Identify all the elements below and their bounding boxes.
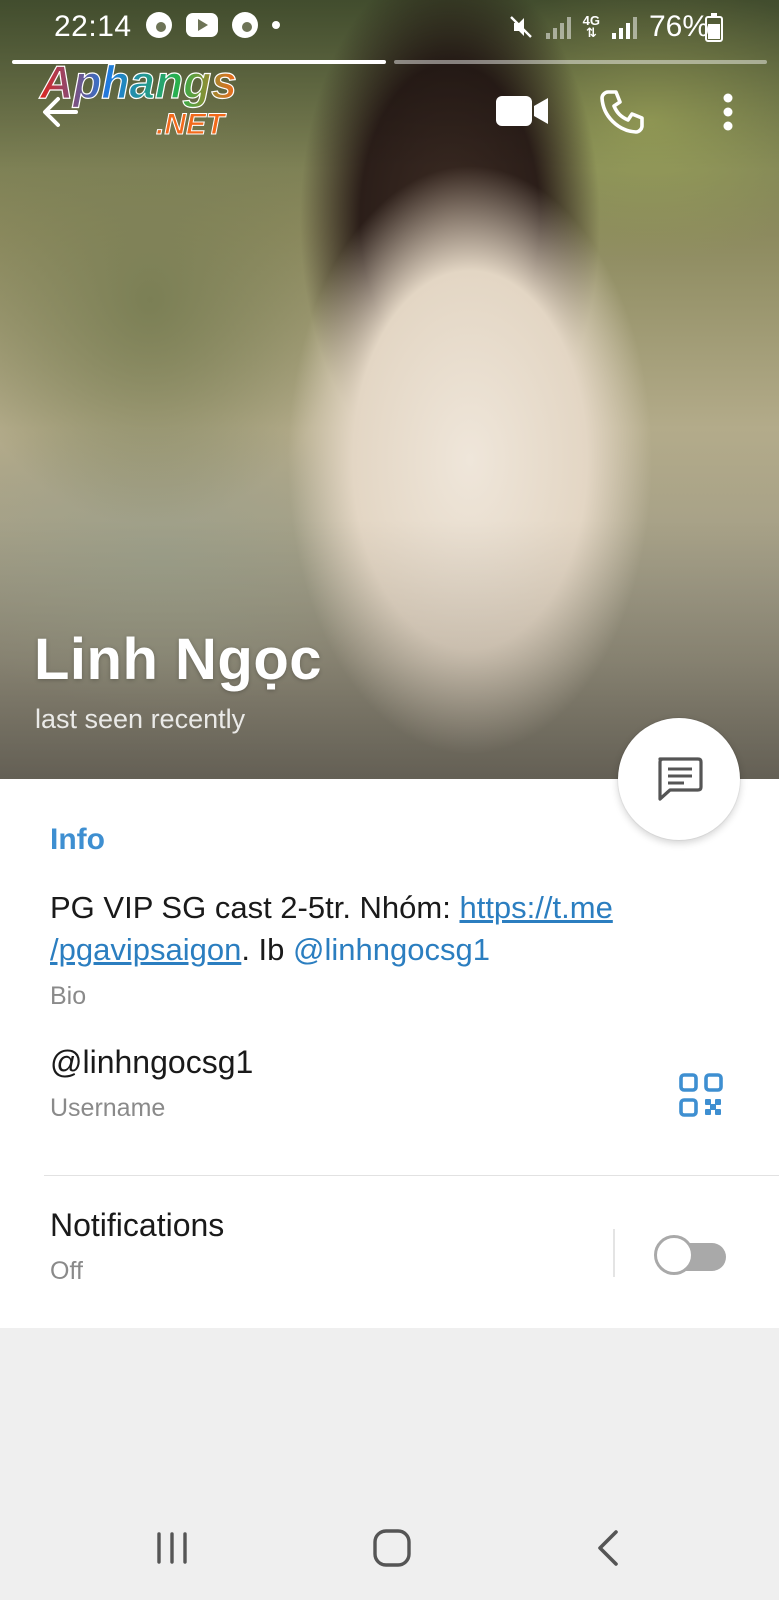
- bio-label: Bio: [50, 982, 87, 1010]
- bio-mention-link[interactable]: @linhngocsg1: [293, 932, 490, 967]
- chrome-icon: [146, 12, 172, 38]
- home-button[interactable]: [372, 1528, 412, 1568]
- message-icon: [658, 757, 703, 801]
- youtube-icon: [186, 13, 218, 37]
- vertical-divider: [613, 1229, 615, 1277]
- phone-icon: [600, 90, 644, 134]
- more-options-button[interactable]: [706, 88, 750, 136]
- svg-text:.NET: .NET: [156, 108, 227, 141]
- username-label: Username: [50, 1094, 166, 1122]
- send-message-button[interactable]: [618, 718, 740, 840]
- home-icon: [373, 1529, 411, 1567]
- recents-button[interactable]: [154, 1530, 190, 1566]
- bio-text-start: PG VIP SG cast 2-5tr. Nhóm:: [50, 890, 460, 925]
- bio-text[interactable]: PG VIP SG cast 2-5tr. Nhóm: https://t.me…: [50, 887, 740, 971]
- last-seen-status: last seen recently: [35, 704, 246, 734]
- battery-icon: [705, 13, 723, 42]
- bio-text-middle: . Ib: [241, 932, 294, 967]
- video-camera-icon: [496, 96, 548, 126]
- toggle-knob: [654, 1235, 694, 1275]
- system-icons: 4G ⇅ 76%: [508, 10, 709, 44]
- signal-icon: [545, 15, 571, 39]
- notifications-title: Notifications: [50, 1207, 225, 1243]
- more-vertical-icon: [723, 93, 733, 131]
- video-call-button[interactable]: [494, 90, 550, 132]
- photo-progress-segment: [393, 60, 767, 64]
- username-row[interactable]: @linhngocsg1 Username: [0, 1034, 779, 1154]
- status-bar: 22:14 4G ⇅ 76%: [0, 0, 779, 54]
- back-chevron-icon: [598, 1530, 618, 1566]
- notification-icons: [146, 12, 280, 38]
- status-time: 22:14: [54, 10, 132, 43]
- notifications-row[interactable]: Notifications Off: [0, 1177, 779, 1328]
- recents-icon: [157, 1532, 187, 1564]
- username-value: @linhngocsg1: [50, 1044, 254, 1080]
- signal-icon: [611, 15, 637, 39]
- info-section-title: Info: [50, 823, 105, 856]
- network-type: 4G ⇅: [582, 13, 600, 40]
- more-notifications-dot-icon: [272, 21, 280, 29]
- profile-name: Linh Ngọc: [34, 627, 323, 692]
- chrome-icon: [232, 12, 258, 38]
- info-section: Info PG VIP SG cast 2-5tr. Nhóm: https:/…: [0, 779, 779, 1328]
- profile-photo[interactable]: 22:14 4G ⇅ 76% Aphangs .NET Linh Ngọc la…: [0, 0, 779, 779]
- arrow-left-icon: [43, 97, 78, 127]
- mute-icon: [509, 16, 532, 38]
- system-nav-bar: [0, 1500, 779, 1600]
- back-button[interactable]: [36, 88, 84, 136]
- qr-code-button[interactable]: [678, 1072, 724, 1118]
- call-button[interactable]: [598, 88, 646, 136]
- notifications-state: Off: [50, 1257, 83, 1285]
- notifications-toggle[interactable]: [654, 1233, 728, 1275]
- battery-percent: 76%: [648, 10, 709, 43]
- system-back-button[interactable]: [594, 1528, 624, 1568]
- divider: [44, 1175, 779, 1176]
